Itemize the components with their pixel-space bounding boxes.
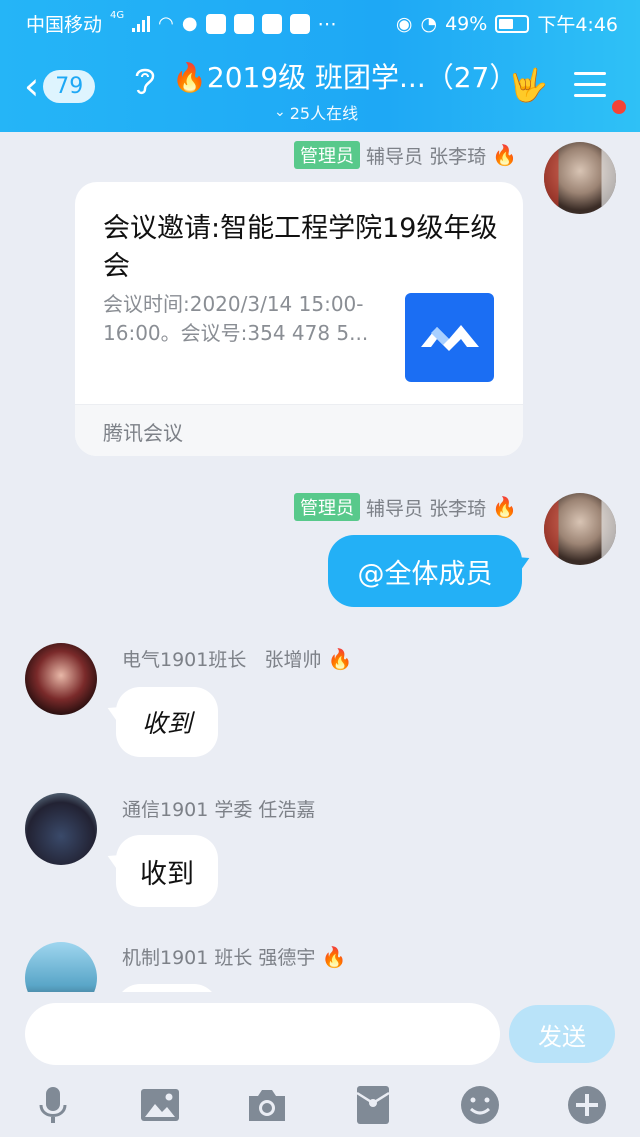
avatar[interactable]: [544, 493, 616, 565]
camera-icon[interactable]: [245, 1083, 289, 1127]
send-button[interactable]: 发送: [509, 1005, 615, 1063]
more-icon: ⋯: [317, 12, 337, 35]
status-bar: 中国移动 4G ◠ ● ⋯ ◉ ◔ 49% 下午4:46: [0, 0, 640, 44]
network-label: 4G: [110, 10, 125, 21]
fire-icon: 🔥: [492, 495, 517, 519]
alarm-icon: ◔: [420, 12, 438, 35]
avatar[interactable]: [25, 942, 97, 992]
ear-icon[interactable]: [132, 64, 158, 103]
card-source: 腾讯会议: [103, 421, 183, 445]
avatar[interactable]: [544, 142, 616, 214]
wifi-icon: ◠: [158, 13, 174, 34]
input-toolbar: [0, 1077, 640, 1137]
image-icon[interactable]: [138, 1083, 182, 1127]
app-icon: [289, 13, 310, 34]
admin-tag: 管理员: [294, 141, 361, 169]
battery-icon: [495, 14, 530, 33]
notification-dot: [612, 100, 626, 114]
app-icon: [205, 13, 226, 34]
menu-button[interactable]: [574, 72, 606, 98]
app-icon: [233, 13, 254, 34]
avatar[interactable]: [25, 643, 97, 715]
chat-area[interactable]: 管理员 辅导员 张李琦 🔥 会议邀请:智能工程学院19级年级会 会议时间:202…: [0, 132, 640, 992]
message-sender-row: 通信1901 学委 任浩嘉: [122, 795, 315, 822]
time-label: 下午4:46: [537, 14, 618, 36]
red-packet-icon[interactable]: [351, 1083, 395, 1127]
message-sender-row: 管理员 辅导员 张李琦 🔥: [294, 141, 517, 169]
sender-name: 辅导员 张李琦: [366, 497, 487, 520]
eye-icon: ◉: [395, 12, 413, 35]
message-sender-row: 电气1901班长 张增帅 🔥: [122, 645, 352, 672]
message-bubble-incoming[interactable]: 收到: [116, 835, 218, 907]
sender-name: 通信1901 学委 任浩嘉: [122, 799, 316, 821]
sender-name: 辅导员 张李琦: [366, 145, 487, 168]
fire-icon: 🔥: [172, 61, 207, 94]
input-bar: 发送: [0, 992, 640, 1077]
message-text: 收到: [141, 709, 192, 738]
unread-count-badge: 79: [43, 69, 96, 103]
rock-hand-icon[interactable]: 🤟: [508, 66, 548, 104]
sender-name: 机制1901 班长 强德宇: [122, 947, 316, 969]
top-bar: 中国移动 4G ◠ ● ⋯ ◉ ◔ 49% 下午4:46 ‹ 79 🔥2019级…: [0, 0, 640, 132]
chat-header: ‹ 79 🔥2019级 班团学...（27） ⌄ 25人在线 🤟: [0, 44, 640, 132]
message-bubble-incoming[interactable]: 收到: [116, 687, 218, 757]
tencent-meeting-logo: [405, 293, 494, 382]
emoji-icon[interactable]: [458, 1083, 502, 1127]
message-text: 收到: [140, 858, 194, 890]
wechat-icon: ●: [181, 13, 198, 34]
carrier-label: 中国移动: [26, 14, 103, 36]
app-icon: [261, 13, 282, 34]
message-bubble-outgoing[interactable]: @全体成员: [328, 535, 522, 607]
admin-tag: 管理员: [294, 493, 361, 521]
message-sender-row: 机制1901 班长 强德宇 🔥: [122, 943, 346, 970]
chevron-left-icon: ‹: [24, 64, 40, 108]
meeting-card[interactable]: 会议邀请:智能工程学院19级年级会 会议时间:2020/3/14 15:00-1…: [75, 182, 523, 456]
message-sender-row: 管理员 辅导员 张李琦 🔥: [294, 493, 517, 521]
card-footer: 腾讯会议: [75, 404, 523, 456]
card-description: 会议时间:2020/3/14 15:00-16:00。会议号:354 478 5…: [103, 292, 369, 345]
message-input[interactable]: [25, 1003, 500, 1065]
battery-percent: 49%: [445, 12, 488, 35]
signal-icon: [132, 15, 151, 32]
plus-icon[interactable]: [565, 1083, 609, 1127]
group-title[interactable]: 🔥2019级 班团学...（27）: [172, 56, 517, 96]
fire-icon: 🔥: [321, 944, 347, 969]
message-bubble-incoming[interactable]: [116, 984, 218, 992]
fire-icon: 🔥: [492, 143, 517, 167]
microphone-icon[interactable]: [31, 1083, 75, 1127]
back-button[interactable]: ‹ 79: [24, 66, 114, 106]
card-title: 会议邀请:智能工程学院19级年级会: [103, 213, 498, 282]
sender-name: 电气1901班长 张增帅: [122, 649, 322, 671]
fire-icon: 🔥: [327, 646, 353, 671]
online-status: ⌄ 25人在线: [274, 104, 359, 123]
chevron-down-icon: ⌄: [274, 104, 286, 120]
avatar[interactable]: [25, 793, 97, 865]
